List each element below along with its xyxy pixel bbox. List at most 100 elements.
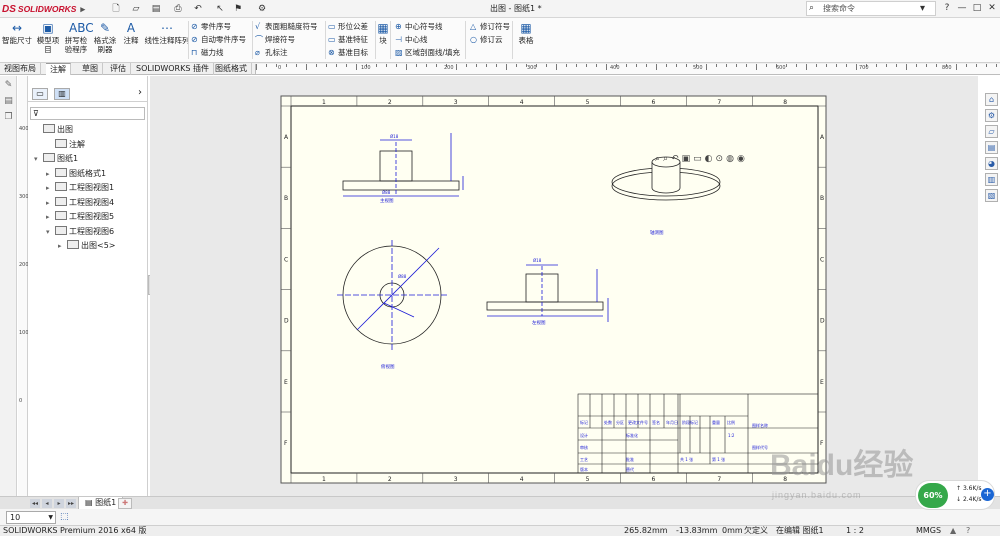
tree-item[interactable]: 注解 <box>46 138 85 151</box>
maximize-icon[interactable]: □ <box>970 1 984 16</box>
resources-icon[interactable]: ⚙ <box>985 109 998 122</box>
hide-show-icon[interactable]: ⊙ <box>716 154 724 164</box>
network-speed-widget[interactable]: 60% ↑ 3.6K/s ↓ 2.4K/s + <box>915 480 995 510</box>
custom-properties-icon[interactable]: ▥ <box>985 173 998 186</box>
model-items-button[interactable]: ▣ 模型项 目 <box>34 21 62 54</box>
table-button[interactable]: ▦ 表格 <box>515 21 537 45</box>
tree-item[interactable]: ▾ 工程图视图6 <box>46 225 114 238</box>
save-icon[interactable]: ▤ <box>148 2 164 16</box>
zoom-select[interactable]: 10 ▼ <box>6 511 56 524</box>
minimize-icon[interactable]: — <box>955 1 969 16</box>
options-icon[interactable]: ⚙ <box>254 2 270 16</box>
tree-expander-icon[interactable]: ▾ <box>46 226 55 239</box>
forum-icon[interactable]: ▧ <box>985 189 998 202</box>
view-orientation-icon[interactable]: ▭ <box>693 154 702 164</box>
col4-item-1[interactable]: ⊣ 中心线 <box>395 34 428 46</box>
solidworks-logo[interactable]: DS SOLIDWORKS ▸ <box>2 2 85 16</box>
tab-4[interactable]: SOLIDWORKS 插件 <box>132 63 214 75</box>
col2-item-0[interactable]: √ 表面粗糙度符号 <box>255 21 318 33</box>
tab-3[interactable]: 评估 <box>106 63 131 75</box>
spellcheck-button[interactable]: ABC 拼写检 验程序 <box>62 21 94 54</box>
col5-item-0[interactable]: △ 修订符号 <box>470 21 510 33</box>
tree-expander-icon[interactable]: ▾ <box>34 153 43 166</box>
tree-expander-icon[interactable]: ▸ <box>46 211 55 224</box>
prev-sheet-icon[interactable]: ◂ <box>42 499 52 508</box>
chevron-right-icon[interactable]: › <box>138 87 142 98</box>
tab-0[interactable]: 视图布局 <box>0 63 41 75</box>
col3-item-0[interactable]: ▭ 形位公差 <box>328 21 368 33</box>
search-dropdown-icon[interactable]: ▾ <box>920 2 925 15</box>
dim-label[interactable]: Ø18 <box>390 134 399 139</box>
help-icon[interactable]: ? <box>940 1 954 16</box>
tree-filter-input[interactable]: ⊽ <box>30 107 145 120</box>
tab-2[interactable]: 草图 <box>78 63 103 75</box>
pencil-icon[interactable]: ✎ <box>3 80 14 91</box>
col1-item-1[interactable]: ⊘ 自动零件序号 <box>191 34 246 46</box>
zoom-area-icon[interactable]: ⌕ <box>663 154 668 164</box>
print-icon[interactable]: ⎙ <box>170 2 186 16</box>
tree-expander-icon[interactable]: ▸ <box>46 182 55 195</box>
tree-tab-feature-icon[interactable]: ▭ <box>32 88 48 100</box>
tree-item[interactable]: ▸ 工程图视图4 <box>46 196 114 209</box>
col4-item-0[interactable]: ⊕ 中心符号线 <box>395 21 443 33</box>
tree-expander-icon[interactable]: ▸ <box>46 197 55 210</box>
col2-item-1[interactable]: ⌒ 焊接符号 <box>255 34 295 46</box>
file-explorer-icon[interactable]: ▱ <box>985 125 998 138</box>
tree-item[interactable]: ▸ 图纸格式1 <box>46 167 106 180</box>
close-icon[interactable]: ✕ <box>985 1 999 16</box>
dim-label[interactable]: Ø18 <box>533 258 542 263</box>
tree-expander-icon[interactable]: ▸ <box>46 168 55 181</box>
linear-note-pattern-button[interactable]: ⋯ 线性注释阵列 <box>143 21 191 45</box>
tab-1[interactable]: 注解 <box>46 63 71 75</box>
section-view-icon[interactable]: ▣ <box>682 154 691 164</box>
menu-arrow-icon[interactable]: ▸ <box>80 4 85 15</box>
unit-system[interactable]: MMGS <box>916 526 941 536</box>
col1-item-0[interactable]: ⊘ 零件序号 <box>191 21 231 33</box>
new-doc-icon[interactable]: 🗋 <box>108 2 124 16</box>
copy-icon[interactable]: ❐ <box>3 112 14 123</box>
unit-dropdown-icon[interactable]: ▲ <box>950 526 956 536</box>
format-painter-button[interactable]: ✎ 格式涂 刷器 <box>90 21 120 54</box>
col1-item-2[interactable]: ⊓ 磁力线 <box>191 47 224 59</box>
help-icon[interactable]: ? <box>966 526 970 536</box>
tree-item[interactable]: ▸ 出图<5> <box>58 239 116 252</box>
next-sheet-icon[interactable]: ▸ <box>54 499 64 508</box>
col5-item-1[interactable]: ○ 修订云 <box>470 34 503 46</box>
rebuild-icon[interactable]: ⚑ <box>230 2 246 16</box>
view-palette-icon[interactable]: ▤ <box>985 141 998 154</box>
plus-icon[interactable]: + <box>981 488 994 501</box>
tab-5[interactable]: 图纸格式 <box>211 63 252 75</box>
col3-item-1[interactable]: ▭ 基准特征 <box>328 34 368 46</box>
tree-item[interactable]: ▸ 工程图视图1 <box>46 181 114 194</box>
dim-label[interactable]: Ø88 <box>382 190 391 195</box>
smart-dimension-button[interactable]: ↔ 智能尺寸 <box>2 21 32 45</box>
tree-tab-property-icon[interactable]: ▥ <box>54 88 70 100</box>
last-sheet-icon[interactable]: ▸▸ <box>66 499 76 508</box>
col3-item-2[interactable]: ⊗ 基准目标 <box>328 47 368 59</box>
layer-icon[interactable]: ▤ <box>3 96 14 107</box>
appearances-icon[interactable]: ◕ <box>985 157 998 170</box>
sheet-scale[interactable]: 1 : 2 <box>846 526 864 536</box>
col4-item-2[interactable]: ▨ 区域剖面线/填充 <box>395 47 460 59</box>
zoom-tool-icon[interactable]: ⬚ <box>60 512 69 522</box>
home-icon[interactable]: ⌂ <box>985 93 998 106</box>
block-button[interactable]: ▦ 块 <box>376 21 390 45</box>
search-input[interactable]: ⌕ 搜索命令 ▾ <box>806 1 936 16</box>
add-sheet-icon[interactable]: ✚ <box>118 498 132 509</box>
tree-item[interactable]: 出图 <box>34 123 73 136</box>
tree-item[interactable]: ▸ 工程图视图5 <box>46 210 114 223</box>
graphics-area[interactable]: 1122334455667788AABBCCDDEEFF Ø18 Ø88 主视图… <box>150 76 978 496</box>
first-sheet-icon[interactable]: ◂◂ <box>30 499 40 508</box>
undo-icon[interactable]: ↶ <box>190 2 206 16</box>
dim-label[interactable]: Ø88 <box>398 274 407 279</box>
scene-icon[interactable]: ◉ <box>737 154 745 164</box>
tree-expander-icon[interactable]: ▸ <box>58 240 67 253</box>
display-style-icon[interactable]: ◐ <box>705 154 713 164</box>
appearance-icon[interactable]: ◍ <box>726 154 734 164</box>
col2-item-2[interactable]: ⌀ 孔标注 <box>255 47 288 59</box>
previous-view-icon[interactable]: ↶ <box>671 154 679 164</box>
open-icon[interactable]: ▱ <box>128 2 144 16</box>
select-icon[interactable]: ↖ <box>212 2 228 16</box>
zoom-fit-icon[interactable]: ⌕ <box>655 154 660 164</box>
note-button[interactable]: A 注释 <box>120 21 142 45</box>
